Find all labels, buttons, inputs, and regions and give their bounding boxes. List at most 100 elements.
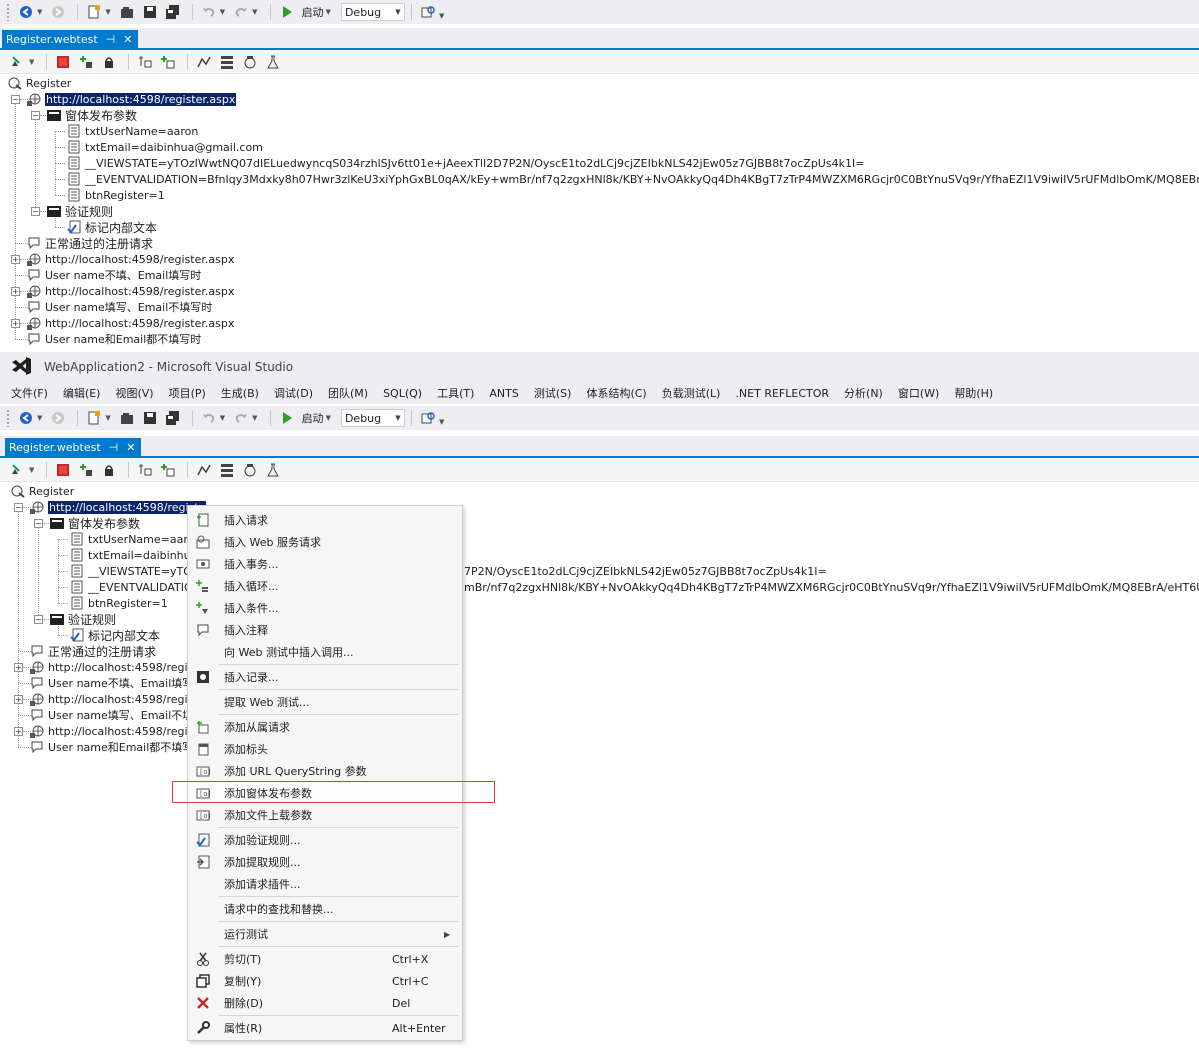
back-dropdown-icon[interactable]: ▼ [37, 8, 42, 16]
param-node-viewstate[interactable]: __VIEWSTATE=yTOz [69, 563, 198, 579]
collapse-toggle-icon[interactable]: − [31, 111, 40, 120]
menu-item-add-header[interactable]: 添加标头 [188, 738, 462, 760]
generate-code-icon[interactable] [217, 52, 237, 72]
menu-item-copy[interactable]: 复制(Y) Ctrl+C [188, 970, 462, 992]
pin-icon[interactable]: ⊣ [109, 441, 119, 454]
menu-item-extract-web-test[interactable]: 提取 Web 测试... [188, 691, 462, 713]
parameterize-servers-icon[interactable] [135, 460, 155, 480]
menu-project[interactable]: 项目(P) [164, 385, 211, 401]
menu-item-add-querystring[interactable]: [o] 添加 URL QueryString 参数 [188, 760, 462, 782]
new-dropdown-icon[interactable]: ▼ [105, 414, 110, 422]
comment-node-none[interactable]: User name和Email都不填写时 [26, 331, 201, 347]
menu-item-insert-loop[interactable]: 插入循环... [188, 575, 462, 597]
toolbar-overflow-icon[interactable]: ▼ [439, 12, 444, 20]
comment-node-noname[interactable]: User name不填、Email填写时 [26, 267, 201, 283]
back-dropdown-icon[interactable]: ▼ [37, 414, 42, 422]
comment-node-noemail[interactable]: User name填写、Email不填写 [29, 707, 204, 723]
undo-icon[interactable] [199, 2, 219, 22]
menu-edit[interactable]: 编辑(E) [58, 385, 106, 401]
solution-config-combo[interactable]: Debug ▼ [340, 3, 405, 21]
expand-toggle-icon[interactable]: + [11, 319, 20, 328]
run-test-icon[interactable] [8, 52, 28, 72]
menu-item-insert-web-service[interactable]: 插入 Web 服务请求 [188, 531, 462, 553]
param-node-btn[interactable]: btnRegister=1 [66, 187, 165, 203]
add-datasource-icon[interactable] [76, 52, 96, 72]
menu-item-insert-transaction[interactable]: 插入事务... [188, 553, 462, 575]
redo-icon[interactable] [231, 2, 251, 22]
collapse-toggle-icon[interactable]: − [31, 207, 40, 216]
menu-item-add-extraction-rule[interactable]: 添加提取规则... [188, 851, 462, 873]
save-all-icon[interactable] [163, 2, 183, 22]
new-dropdown-icon[interactable]: ▼ [105, 8, 110, 16]
new-project-icon[interactable] [84, 408, 104, 428]
request-node-2[interactable]: http://localhost:4598/registe [29, 659, 204, 675]
menu-tools[interactable]: 工具(T) [432, 385, 479, 401]
start-button[interactable]: 启动 [302, 410, 324, 426]
menu-analyze[interactable]: 分析(N) [839, 385, 888, 401]
menu-sql[interactable]: SQL(Q) [378, 387, 427, 400]
request-node-4[interactable]: http://localhost:4598/register.aspx [26, 315, 234, 331]
undo-icon[interactable] [199, 408, 219, 428]
param-node-username[interactable]: txtUserName=aaron [66, 123, 198, 139]
form-post-params-node[interactable]: 窗体发布参数 [46, 107, 137, 123]
find-in-files-icon[interactable] [418, 2, 438, 22]
collapse-toggle-icon[interactable]: − [11, 95, 20, 104]
menu-team[interactable]: 团队(M) [323, 385, 373, 401]
credentials-icon[interactable] [99, 460, 119, 480]
menu-file[interactable]: 文件(F) [6, 385, 53, 401]
open-file-icon[interactable] [117, 2, 137, 22]
run-test-icon[interactable] [8, 460, 28, 480]
menu-item-add-request-plugin[interactable]: 添加请求插件... [188, 873, 462, 895]
menu-item-find-replace[interactable]: 请求中的查找和替换... [188, 898, 462, 920]
context-parameters-icon[interactable] [263, 52, 283, 72]
collapse-toggle-icon[interactable]: − [34, 615, 43, 624]
menu-item-run-test[interactable]: 运行测试 ▶ [188, 923, 462, 945]
param-node-eventvalidation[interactable]: __EVENTVALIDATION=BfnIqy3Mdxky8h07Hwr3zl… [66, 171, 1199, 187]
menu-item-insert-comment[interactable]: 插入注释 [188, 619, 462, 641]
run-dropdown-icon[interactable]: ▼ [29, 58, 34, 66]
menu-view[interactable]: 视图(V) [110, 385, 158, 401]
param-node-viewstate[interactable]: __VIEWSTATE=yTOzIWwtNQ07dIELuedwyncqS034… [66, 155, 864, 171]
menu-window[interactable]: 窗口(W) [893, 385, 944, 401]
toolbar-overflow-icon[interactable]: ▼ [439, 418, 444, 426]
solution-config-combo[interactable]: Debug ▼ [340, 409, 405, 427]
redo-dropdown-icon[interactable]: ▼ [252, 8, 257, 16]
rule-node-mark-text[interactable]: 标记内部文本 [66, 219, 157, 235]
menu-ants[interactable]: ANTS [484, 387, 523, 400]
request-node-4[interactable]: http://localhost:4598/registe [29, 723, 204, 739]
navigate-back-icon[interactable] [16, 408, 36, 428]
expand-toggle-icon[interactable]: + [14, 727, 23, 736]
menu-item-add-validation-rule[interactable]: 添加验证规则... [188, 829, 462, 851]
record-icon[interactable] [53, 460, 73, 480]
run-dropdown-icon[interactable]: ▼ [29, 466, 34, 474]
toolbar-grip[interactable] [6, 409, 10, 427]
menu-item-add-file-upload[interactable]: [o] 添加文件上载参数 [188, 804, 462, 826]
start-dropdown-icon[interactable]: ▼ [326, 414, 331, 422]
redo-icon[interactable] [231, 408, 251, 428]
menu-item-insert-condition[interactable]: 插入条件... [188, 597, 462, 619]
comment-node-none[interactable]: User name和Email都不填写时 [29, 739, 204, 755]
performance-session-icon[interactable] [194, 460, 214, 480]
save-all-icon[interactable] [163, 408, 183, 428]
navigate-forward-icon[interactable] [48, 2, 68, 22]
validation-rules-node[interactable]: 验证规则 [46, 203, 113, 219]
context-parameters-icon[interactable] [263, 460, 283, 480]
request-node-3[interactable]: http://localhost:4598/register.aspx [26, 283, 234, 299]
find-in-files-icon[interactable] [418, 408, 438, 428]
navigate-back-icon[interactable] [16, 2, 36, 22]
menu-item-insert-request[interactable]: 插入请求 [188, 509, 462, 531]
expand-toggle-icon[interactable]: + [14, 695, 23, 704]
rule-node-mark-text[interactable]: 标记内部文本 [69, 627, 160, 643]
request-node-3[interactable]: http://localhost:4598/registe [29, 691, 204, 707]
generate-code-icon[interactable] [217, 460, 237, 480]
toolbar-grip[interactable] [6, 3, 10, 21]
start-play-icon[interactable] [277, 408, 297, 428]
expand-toggle-icon[interactable]: + [14, 663, 23, 672]
comment-node-ok[interactable]: 正常通过的注册请求 [29, 643, 156, 659]
set-request-details-icon[interactable] [240, 460, 260, 480]
pin-icon[interactable]: ⊣ [106, 33, 116, 46]
add-datasource-icon[interactable] [76, 460, 96, 480]
menu-test[interactable]: 测试(S) [529, 385, 577, 401]
request-node-2[interactable]: http://localhost:4598/register.aspx [26, 251, 234, 267]
form-post-params-node[interactable]: 窗体发布参数 [49, 515, 140, 531]
